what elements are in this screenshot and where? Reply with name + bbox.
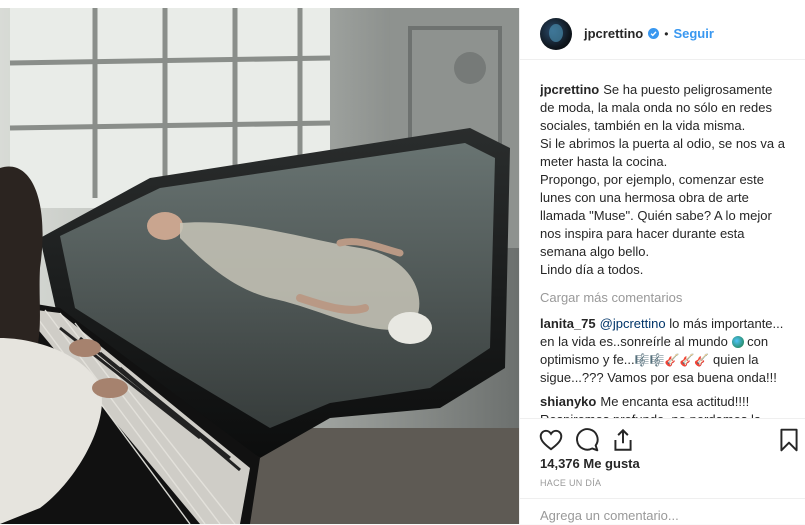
- heart-icon[interactable]: [538, 427, 564, 453]
- comments-list[interactable]: jpcrettino Se ha puesto peligrosamente de…: [540, 81, 790, 419]
- comment-input[interactable]: [540, 508, 780, 523]
- verified-badge-icon: [648, 28, 660, 39]
- caption-username[interactable]: jpcrettino: [540, 82, 599, 97]
- comment-username[interactable]: lanita_75: [540, 316, 596, 331]
- load-more-comments-button[interactable]: Cargar más comentarios: [540, 289, 790, 307]
- post-header: jpcrettino • Seguir: [520, 8, 805, 60]
- likes-label: Me gusta: [583, 456, 640, 471]
- post-timestamp[interactable]: HACE UN DÍA: [540, 478, 601, 488]
- header-username[interactable]: jpcrettino: [584, 26, 643, 41]
- comment-icon[interactable]: [574, 427, 600, 453]
- share-icon[interactable]: [610, 427, 636, 453]
- comment-username[interactable]: shianyko: [540, 394, 596, 409]
- comment-item: lanita_75 @jpcrettino lo más importante..…: [540, 315, 790, 387]
- header-separator: •: [664, 26, 669, 41]
- photo-muse-piano: [0, 8, 519, 524]
- action-bar: [520, 418, 805, 461]
- comment-mention[interactable]: @jpcrettino: [600, 316, 666, 331]
- caption-text: Se ha puesto peligrosamente de moda, la …: [540, 82, 785, 277]
- post-photo[interactable]: [0, 8, 519, 524]
- post-sidebar: jpcrettino • Seguir jpcrettino Se ha pues…: [519, 8, 805, 524]
- avatar[interactable]: [540, 17, 572, 50]
- instagram-post: jpcrettino • Seguir jpcrettino Se ha pues…: [0, 0, 805, 524]
- add-comment-bar: [520, 498, 805, 525]
- music-emoji-group: 🎼🎼🎸🎸🎸: [634, 353, 710, 367]
- comment-item: shianykoMe encanta esa actitud!!!! Respi…: [540, 393, 790, 419]
- bookmark-icon[interactable]: [776, 427, 802, 453]
- globe-emoji-icon: [731, 336, 744, 348]
- likes-number: 14,376: [540, 456, 580, 471]
- follow-button[interactable]: Seguir: [673, 26, 713, 41]
- likes-count[interactable]: 14,376 Me gusta: [540, 456, 640, 471]
- caption: jpcrettino Se ha puesto peligrosamente de…: [540, 81, 790, 279]
